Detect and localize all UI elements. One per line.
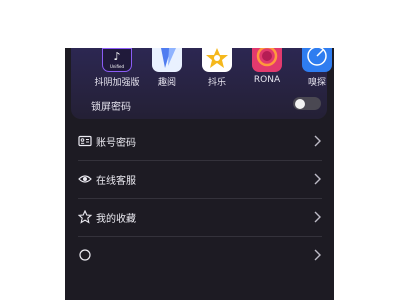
menu-item-online-support[interactable]: 在线客服 (78, 160, 322, 199)
app-xiutan[interactable]: 嗅探 (291, 48, 334, 88)
app-grid: ♪ Unified 抖阴加强版 趣阅 抖乐 RONA 嗅探 (71, 48, 332, 88)
toggle-knob (295, 98, 305, 109)
app-doule[interactable]: 抖乐 (191, 48, 243, 88)
app-label: 抖乐 (207, 78, 226, 88)
chevron-right-icon (314, 135, 321, 147)
quick-apps-card: ♪ Unified 抖阴加强版 趣阅 抖乐 RONA 嗅探 锁屏密码 (71, 48, 332, 119)
app-label: 嗅探 (307, 78, 326, 88)
menu-item-label: 我的收藏 (96, 214, 136, 225)
app-quyue[interactable]: 趣阅 (141, 48, 193, 88)
chevron-right-icon (314, 211, 321, 223)
menu-item-account-password[interactable]: 账号密码 (78, 122, 322, 161)
menu-item-partial[interactable] (78, 236, 322, 274)
eye-icon (78, 175, 92, 183)
svg-text:♪: ♪ (113, 50, 120, 63)
app-douyin[interactable]: ♪ Unified 抖阴加强版 (91, 48, 143, 88)
app-rona[interactable]: RONA (241, 48, 293, 85)
douyin-icon: ♪ Unified (102, 48, 132, 72)
chevron-right-icon (314, 249, 321, 261)
phone-screen: ♪ Unified 抖阴加强版 趣阅 抖乐 RONA 嗅探 锁屏密码 账号密码 … (65, 48, 334, 300)
menu-item-label: 在线客服 (96, 176, 136, 187)
doule-icon (202, 48, 232, 72)
app-label: 抖阴加强版 (94, 78, 140, 88)
lock-screen-row: 锁屏密码 (91, 97, 321, 113)
settings-icon (79, 249, 91, 261)
star-icon (78, 210, 92, 224)
lock-screen-toggle[interactable] (293, 97, 321, 110)
quyue-icon (152, 48, 182, 72)
rona-icon (252, 48, 282, 72)
app-label: 趣阅 (157, 78, 176, 88)
lock-screen-label: 锁屏密码 (91, 102, 131, 113)
menu-item-my-favorites[interactable]: 我的收藏 (78, 198, 322, 237)
xiutan-icon (302, 48, 332, 72)
menu-item-label: 账号密码 (96, 138, 136, 149)
app-label: RONA (253, 75, 281, 85)
app-badge-text: Unified (110, 64, 125, 69)
id-card-icon (78, 135, 92, 147)
chevron-right-icon (314, 173, 321, 185)
